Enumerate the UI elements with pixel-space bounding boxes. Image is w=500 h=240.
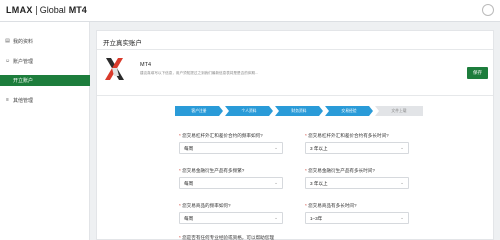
divider <box>97 49 493 50</box>
chevron-down-icon: ⌄ <box>274 145 278 150</box>
q6-select[interactable]: 1–3年 ⌄ <box>305 212 409 224</box>
top-bar: LMAX Global MT4 <box>0 0 500 22</box>
q6-label: * 您交易商品有多长时间? <box>305 203 357 208</box>
brand-global: Global <box>39 5 66 15</box>
menu-icon: ≡ <box>6 97 9 103</box>
q1-label: * 您交易杠杆外汇和差价合约的频率如何? <box>179 133 263 138</box>
chevron-down-icon: ⌄ <box>400 145 404 150</box>
brand-logo[interactable]: LMAX Global MT4 <box>6 5 87 15</box>
step-personal-info[interactable]: 个人资料 <box>225 106 273 116</box>
sidebar-item-label: 账户管理 <box>13 59 34 65</box>
q5-select[interactable]: 每周 ⌄ <box>179 212 283 224</box>
step-financial-info[interactable]: 财务资料 <box>275 106 323 116</box>
sidebar-item-account-management[interactable]: ☺ 账户管理 <box>0 56 90 67</box>
chevron-down-icon: ⌄ <box>274 215 278 220</box>
main-panel: 开立真实账户 MT4 建议真填写以下信息，用户须知提过之到我们最新信息表将是是否… <box>96 30 494 240</box>
step-client-registration[interactable]: 客户注册 <box>175 106 223 116</box>
q4-select[interactable]: 3 年以上 ⌄ <box>305 177 409 189</box>
chevron-down-icon: ⌄ <box>400 180 404 185</box>
q7-label: * 您是否有任何专业经验或资格，可以帮助您理 <box>179 235 274 240</box>
brand-mt4: MT4 <box>68 5 87 15</box>
q4-label: * 您交易金融衍生产品有多长时间? <box>305 168 375 173</box>
q2-label: * 您交易杠杆外汇和差价合约有多长时间? <box>305 133 389 138</box>
sidebar-item-label: 我的资料 <box>13 39 34 45</box>
sidebar-item-open-account[interactable]: 开立账户 <box>0 75 90 86</box>
chevron-down-icon: ⌄ <box>400 215 404 220</box>
account-description: 建议真填写以下信息，用户须知提过之到我们最新信息表将是是否的体期... <box>140 71 258 75</box>
mt4-logo-icon <box>105 58 124 80</box>
progress-steps: 客户注册 个人资料 财务资料 交易经验 文件上载 <box>175 106 425 116</box>
q3-value: 每周 <box>184 181 194 186</box>
doc-icon: ▤ <box>5 38 10 44</box>
q6-value: 1–3年 <box>310 216 323 221</box>
q2-select[interactable]: 3 年以上 ⌄ <box>305 142 409 154</box>
sidebar-item-other-management[interactable]: ≡ 其他管理 <box>0 95 90 106</box>
divider <box>97 95 493 96</box>
sidebar-item-my-profile[interactable]: ▤ 我的资料 <box>0 36 90 47</box>
save-button[interactable]: 保存 <box>467 67 488 79</box>
user-icon: ☺ <box>5 58 11 64</box>
sidebar-item-label: 其他管理 <box>13 98 34 104</box>
q1-value: 每周 <box>184 146 194 151</box>
q1-select[interactable]: 每周 ⌄ <box>179 142 283 154</box>
user-avatar-icon[interactable] <box>482 4 494 16</box>
sidebar-item-label: 开立账户 <box>13 78 34 84</box>
q3-label: * 您交易金融衍生产品有多频繁? <box>179 168 245 173</box>
q5-label: * 您交易商品的频率如何? <box>179 203 231 208</box>
q4-value: 3 年以上 <box>310 181 328 186</box>
page-title: 开立真实账户 <box>103 40 142 47</box>
brand-divider <box>35 5 37 15</box>
chevron-down-icon: ⌄ <box>274 180 278 185</box>
sidebar: ▤ 我的资料 ☺ 账户管理 开立账户 ≡ 其他管理 <box>0 22 90 240</box>
q5-value: 每周 <box>184 216 194 221</box>
q2-value: 3 年以上 <box>310 146 328 151</box>
account-name: MT4 <box>140 62 151 68</box>
step-trading-experience[interactable]: 交易经验 <box>325 106 373 116</box>
brand-lmax: LMAX <box>6 5 33 15</box>
q3-select[interactable]: 每周 ⌄ <box>179 177 283 189</box>
step-file-upload[interactable]: 文件上载 <box>375 106 423 116</box>
